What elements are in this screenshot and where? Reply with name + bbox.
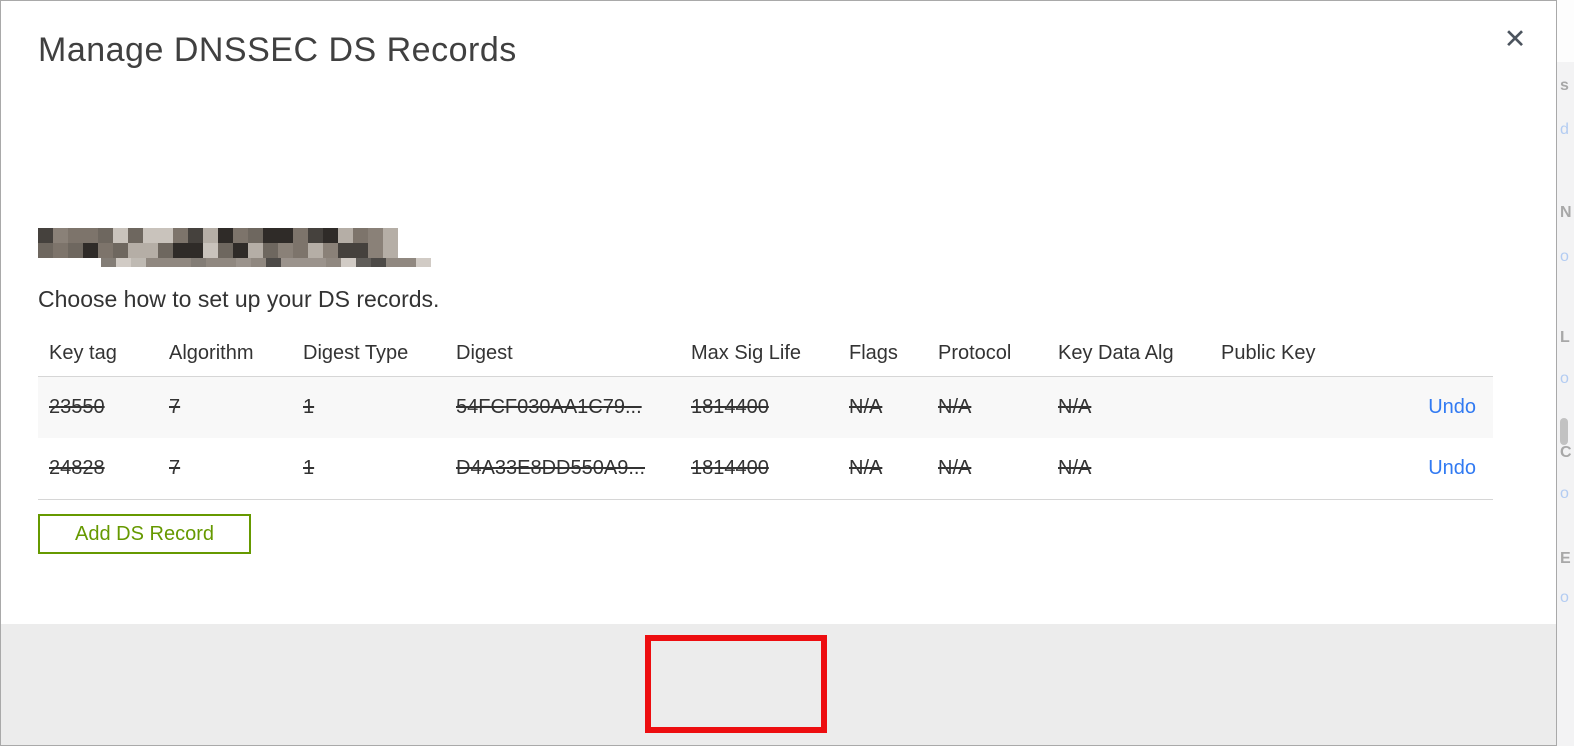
modal-footer: Save Cancel bbox=[1, 624, 1556, 745]
manage-dnssec-modal: Manage DNSSEC DS Records ✕ Choose how to… bbox=[0, 0, 1557, 746]
background-page-top bbox=[1557, 0, 1574, 62]
cell-max-sig-life: 1814400 bbox=[691, 396, 769, 418]
table-body: 23550 7 1 54FCF030AA1C79... 1814400 N/A … bbox=[38, 376, 1493, 500]
edge-text-fragment: C bbox=[1560, 444, 1572, 461]
cell-algorithm: 7 bbox=[169, 457, 181, 479]
col-header-max-sig-life: Max Sig Life bbox=[691, 342, 802, 364]
col-header-protocol: Protocol bbox=[938, 342, 1012, 364]
cell-key-tag: 24828 bbox=[49, 457, 105, 479]
edge-text-fragment: s bbox=[1560, 77, 1569, 94]
cell-digest-type: 1 bbox=[303, 396, 315, 418]
col-header-public-key: Public Key bbox=[1221, 342, 1316, 364]
edge-text-fragment: L bbox=[1560, 329, 1570, 346]
close-icon[interactable]: ✕ bbox=[1497, 21, 1533, 57]
edge-text-fragment: o bbox=[1560, 248, 1569, 265]
cell-digest-type: 1 bbox=[303, 457, 315, 479]
cell-flags: N/A bbox=[849, 457, 883, 479]
cell-key-tag: 23550 bbox=[49, 396, 105, 418]
undo-link[interactable]: Undo bbox=[1428, 396, 1476, 418]
cell-max-sig-life: 1814400 bbox=[691, 457, 769, 479]
edge-text-fragment: N bbox=[1560, 204, 1572, 221]
redacted-domain-name bbox=[38, 228, 398, 258]
col-header-key-tag: Key tag bbox=[49, 342, 117, 364]
edge-text-fragment: o bbox=[1560, 485, 1569, 502]
cell-algorithm: 7 bbox=[169, 396, 181, 418]
ds-records-table: Key tag Algorithm Digest Type Digest Max… bbox=[38, 331, 1493, 500]
edge-text-fragment: d bbox=[1560, 121, 1569, 138]
cell-key-data-alg: N/A bbox=[1058, 457, 1092, 479]
screenshot-canvas: Manage DNSSEC DS Records ✕ Choose how to… bbox=[0, 0, 1574, 746]
col-header-key-data-alg: Key Data Alg bbox=[1058, 342, 1174, 364]
cell-digest: D4A33E8DD550A9... bbox=[456, 457, 646, 479]
col-header-digest: Digest bbox=[456, 342, 513, 364]
cell-protocol: N/A bbox=[938, 396, 972, 418]
edge-text-fragment: E bbox=[1560, 550, 1571, 567]
background-page-sliver: s d No Lo Co Eo bbox=[1557, 0, 1574, 746]
redacted-domain-name-tail bbox=[101, 258, 431, 267]
undo-link[interactable]: Undo bbox=[1428, 457, 1476, 479]
scrollbar-thumb[interactable] bbox=[1560, 418, 1568, 445]
col-header-algorithm: Algorithm bbox=[169, 342, 254, 364]
edge-text-fragment: o bbox=[1560, 589, 1569, 606]
subtitle-text: Choose how to set up your DS records. bbox=[38, 286, 440, 312]
col-header-digest-type: Digest Type bbox=[303, 342, 409, 364]
cell-flags: N/A bbox=[849, 396, 883, 418]
table-header-row: Key tag Algorithm Digest Type Digest Max… bbox=[38, 331, 1493, 376]
cell-digest: 54FCF030AA1C79... bbox=[456, 396, 642, 418]
add-ds-record-button[interactable]: Add DS Record bbox=[38, 514, 251, 554]
modal-title: Manage DNSSEC DS Records bbox=[38, 31, 517, 69]
table-row: 23550 7 1 54FCF030AA1C79... 1814400 N/A … bbox=[38, 376, 1493, 438]
col-header-flags: Flags bbox=[849, 342, 898, 364]
cell-key-data-alg: N/A bbox=[1058, 396, 1092, 418]
table-row: 24828 7 1 D4A33E8DD550A9... 1814400 N/A … bbox=[38, 438, 1493, 500]
edge-text-fragment: o bbox=[1560, 370, 1569, 387]
cell-protocol: N/A bbox=[938, 457, 972, 479]
